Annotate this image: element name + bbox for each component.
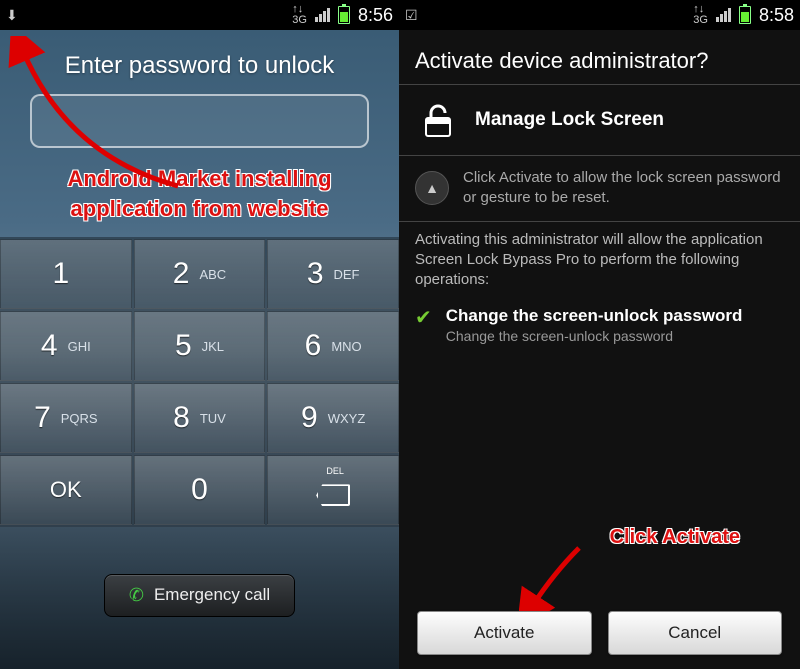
signal-icon [716,8,731,22]
hint-text: Click Activate to allow the lock screen … [463,168,784,209]
cancel-button[interactable]: Cancel [608,611,783,655]
emergency-call-button[interactable]: ✆ Emergency call [104,574,295,617]
key-3[interactable]: 3DEF [267,239,399,309]
key-9[interactable]: 9WXYZ [267,383,399,453]
permission-title: Change the screen-unlock password [446,306,743,326]
annotation-text: Click Activate [610,526,740,549]
network-3g-icon: ↑↓3G [292,4,307,26]
button-row: Activate Cancel [399,611,800,655]
key-5[interactable]: 5JKL [134,311,266,381]
emergency-label: Emergency call [154,585,270,605]
lockscreen-phone: ⬇ ↑↓3G 8:56 Enter password to unlock And… [0,0,399,669]
signal-icon [315,8,330,22]
activate-button[interactable]: Activate [417,611,592,655]
numeric-keypad: 1 2ABC 3DEF 4GHI 5JKL 6MNO 7PQRS 8TUV 9W… [0,237,399,527]
key-0[interactable]: 0 [134,455,266,525]
download-icon: ⬇ [6,7,18,24]
app-header-row: Manage Lock Screen [399,85,800,155]
lock-icon [415,97,461,143]
key-6[interactable]: 6MNO [267,311,399,381]
key-ok[interactable]: OK [0,455,132,525]
battery-icon [338,6,350,24]
annotation-arrow-icon [519,543,589,613]
key-1[interactable]: 1 [0,239,132,309]
status-bar: ⬇ ↑↓3G 8:56 [0,0,399,30]
admin-description: Activating this administrator will allow… [399,222,800,301]
hint-row: ▲ Click Activate to allow the lock scree… [399,156,800,221]
network-3g-icon: ↑↓3G [693,4,708,26]
key-7[interactable]: 7PQRS [0,383,132,453]
annotation-text: Android Market installing application fr… [0,156,399,237]
device-admin-body: Activate device administrator? Manage Lo… [399,30,800,669]
permission-desc: Change the screen-unlock password [446,328,743,344]
app-name: Manage Lock Screen [475,109,664,131]
status-bar: ☑ ↑↓3G 8:58 [399,0,800,30]
status-clock: 8:56 [358,5,393,26]
key-8[interactable]: 8TUV [134,383,266,453]
emergency-row: ✆ Emergency call [0,527,399,669]
phone-icon: ✆ [129,585,144,606]
page-title: Activate device administrator? [399,30,800,84]
check-icon: ✔ [415,308,432,344]
status-clock: 8:58 [759,5,794,26]
device-admin-phone: ☑ ↑↓3G 8:58 Activate device administrato… [399,0,800,669]
collapse-icon[interactable]: ▲ [415,171,449,205]
permission-row: ✔ Change the screen-unlock password Chan… [399,300,800,350]
checkbox-icon: ☑ [405,7,418,24]
password-input[interactable] [30,94,369,148]
key-2[interactable]: 2ABC [134,239,266,309]
lockscreen-title: Enter password to unlock [0,30,399,94]
lockscreen-body: Enter password to unlock Android Market … [0,30,399,669]
key-4[interactable]: 4GHI [0,311,132,381]
backspace-icon [316,484,350,506]
key-delete[interactable]: DEL [267,455,399,525]
battery-icon [739,6,751,24]
